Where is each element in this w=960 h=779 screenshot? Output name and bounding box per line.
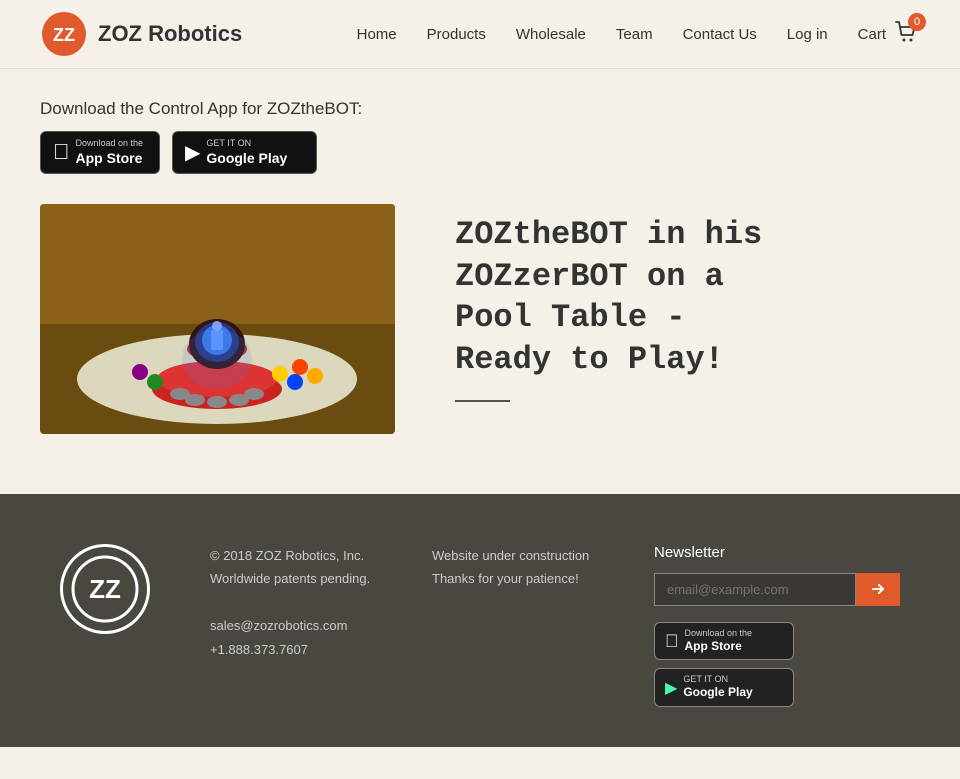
- footer-phone: +1.888.373.7607: [210, 638, 372, 661]
- nav-login[interactable]: Log in: [787, 26, 828, 43]
- arrow-right-icon: [870, 581, 886, 597]
- footer-app-store-badge[interactable]:  Download on the App Store: [654, 622, 794, 660]
- robot-image: [40, 204, 395, 434]
- newsletter-submit-button[interactable]: [856, 573, 900, 606]
- robot-divider: [455, 400, 510, 402]
- footer-app-store-main: App Store: [685, 639, 753, 655]
- google-play-sub: GET IT ON: [206, 138, 287, 149]
- footer-newsletter: Newsletter  Download on the App Store ▶: [654, 544, 900, 707]
- download-section: Download the Control App for ZOZtheBOT: …: [40, 99, 920, 174]
- footer-info: © 2018 ZOZ Robotics, Inc. Worldwide pate…: [210, 544, 372, 661]
- footer-status-line2: Thanks for your patience!: [432, 567, 594, 590]
- footer-play-icon: ▶: [665, 678, 677, 698]
- footer-status: Website under construction Thanks for yo…: [432, 544, 594, 591]
- logo-text: ZOZ Robotics: [98, 21, 242, 47]
- footer-logo-svg: ZZ: [70, 554, 140, 624]
- newsletter-form: [654, 573, 900, 606]
- download-title: Download the Control App for ZOZtheBOT:: [40, 99, 920, 119]
- app-badges:  Download on the App Store ▶ GET IT ON …: [40, 131, 920, 174]
- header: ZZ ZOZ Robotics Home Products Wholesale …: [0, 0, 960, 69]
- svg-text:ZZ: ZZ: [89, 574, 121, 604]
- nav-contact-us[interactable]: Contact Us: [683, 26, 757, 43]
- app-store-main: App Store: [76, 149, 144, 167]
- footer-email: sales@zozrobotics.com: [210, 614, 372, 637]
- nav-cart[interactable]: Cart: [858, 26, 886, 43]
- nav-team[interactable]: Team: [616, 26, 653, 43]
- logo-area[interactable]: ZZ ZOZ Robotics: [40, 10, 242, 58]
- google-play-main: Google Play: [206, 149, 287, 167]
- play-triangle-icon: ▶: [185, 140, 200, 165]
- footer-google-play-sub: GET IT ON: [683, 674, 752, 685]
- robot-section: ZOZtheBOT in his ZOZzerBOT on a Pool Tab…: [40, 204, 920, 434]
- logo-icon: ZZ: [40, 10, 88, 58]
- svg-text:ZZ: ZZ: [53, 25, 75, 45]
- footer: ZZ © 2018 ZOZ Robotics, Inc. Worldwide p…: [0, 494, 960, 747]
- cart-area[interactable]: Cart 0: [858, 19, 920, 50]
- footer-google-play-main: Google Play: [683, 685, 752, 701]
- main-nav: Home Products Wholesale Team Contact Us …: [357, 19, 920, 50]
- robot-description: ZOZtheBOT in his ZOZzerBOT on a Pool Tab…: [455, 204, 795, 402]
- apple-icon: : [53, 139, 70, 165]
- footer-patents: Worldwide patents pending.: [210, 567, 372, 590]
- app-store-badge[interactable]:  Download on the App Store: [40, 131, 160, 174]
- google-play-badge[interactable]: ▶ GET IT ON Google Play: [172, 131, 317, 174]
- footer-status-line1: Website under construction: [432, 544, 594, 567]
- footer-apple-icon: : [665, 631, 679, 652]
- footer-logo: ZZ: [60, 544, 150, 634]
- footer-copyright: © 2018 ZOZ Robotics, Inc.: [210, 544, 372, 567]
- footer-logo-circle: ZZ: [60, 544, 150, 634]
- cart-badge: 0: [908, 13, 926, 31]
- footer-app-store-sub: Download on the: [685, 628, 753, 639]
- footer-app-store-text: Download on the App Store: [685, 628, 753, 654]
- footer-google-play-badge[interactable]: ▶ GET IT ON Google Play: [654, 668, 794, 706]
- cart-icon-wrap[interactable]: 0: [894, 19, 920, 50]
- app-store-text: Download on the App Store: [76, 138, 144, 167]
- main-content: Download the Control App for ZOZtheBOT: …: [0, 69, 960, 494]
- app-store-sub: Download on the: [76, 138, 144, 149]
- newsletter-title: Newsletter: [654, 544, 900, 561]
- google-play-text: GET IT ON Google Play: [206, 138, 287, 167]
- nav-home[interactable]: Home: [357, 26, 397, 43]
- robot-title: ZOZtheBOT in his ZOZzerBOT on a Pool Tab…: [455, 214, 795, 380]
- footer-app-badges:  Download on the App Store ▶ GET IT ON …: [654, 622, 900, 707]
- nav-products[interactable]: Products: [427, 26, 486, 43]
- robot-scene-svg: [40, 204, 395, 434]
- footer-google-play-text: GET IT ON Google Play: [683, 674, 752, 700]
- newsletter-email-input[interactable]: [654, 573, 856, 606]
- nav-wholesale[interactable]: Wholesale: [516, 26, 586, 43]
